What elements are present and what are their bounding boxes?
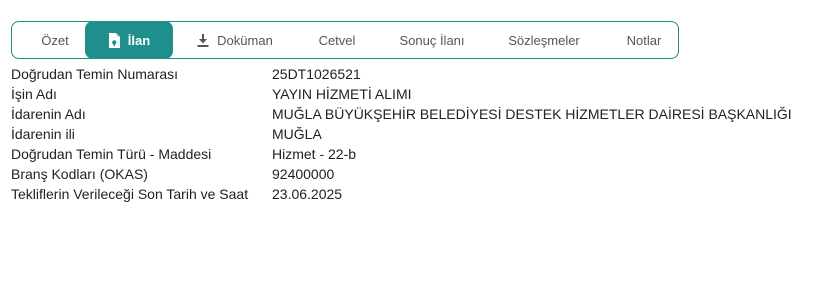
info-value: MUĞLA BÜYÜKŞEHİR BELEDİYESİ DESTEK HİZME… <box>272 106 792 122</box>
tab-ozet-label: Özet <box>41 32 69 48</box>
tab-dokuman-label: Doküman <box>217 32 273 48</box>
info-value: Hizmet - 22-b <box>272 146 357 162</box>
tab-notlar-label: Notlar <box>626 32 662 48</box>
info-value: 25DT1026521 <box>272 66 361 82</box>
tab-sonuc-ilani[interactable]: Sonuç İlanı <box>395 22 469 58</box>
info-label: İdarenin ili <box>11 126 75 142</box>
tab-notlar[interactable]: Notlar <box>620 22 668 58</box>
info-value: 23.06.2025 <box>272 186 343 202</box>
info-label: İşin Adı <box>11 86 57 102</box>
tab-ozet[interactable]: Özet <box>32 22 78 58</box>
tab-sonuc-ilani-label: Sonuç İlanı <box>399 32 465 48</box>
tab-ilan-label: İlan <box>127 32 151 48</box>
info-label: Tekliflerin Verileceği Son Tarih ve Saat <box>11 186 249 202</box>
info-value: 92400000 <box>272 166 335 182</box>
tab-cetvel-label: Cetvel <box>318 32 356 48</box>
info-label: İdarenin Adı <box>11 106 86 122</box>
info-label: Branş Kodları (OKAS) <box>11 166 148 182</box>
download-icon <box>197 33 209 47</box>
tab-ilan[interactable]: İlan <box>85 21 173 59</box>
info-label: Doğrudan Temin Türü - Maddesi <box>11 146 212 162</box>
tab-dokuman[interactable]: Doküman <box>190 22 280 58</box>
info-value: YAYIN HİZMETİ ALIMI <box>272 86 412 102</box>
info-label: Doğrudan Temin Numarası <box>11 66 179 82</box>
tab-cetvel[interactable]: Cetvel <box>312 22 362 58</box>
tab-bar: Özet İlan Doküman Cetvel Sonuç İlanı Söz… <box>11 21 679 59</box>
document-icon <box>108 32 120 48</box>
tab-sozlesmeler-label: Sözleşmeler <box>508 32 580 48</box>
tab-sozlesmeler[interactable]: Sözleşmeler <box>503 22 585 58</box>
info-value: MUĞLA <box>272 126 322 142</box>
